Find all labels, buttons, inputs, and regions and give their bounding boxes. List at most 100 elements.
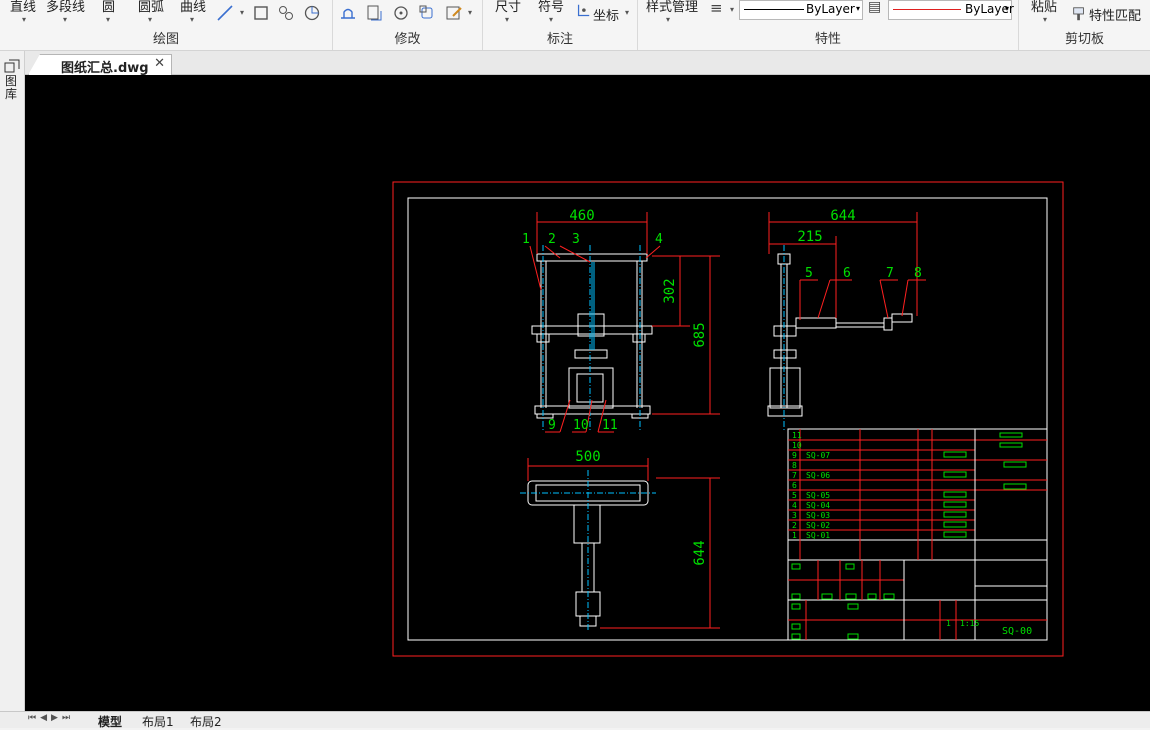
tab-nav-arrows-icon[interactable]: ⏮◀▶⏭ xyxy=(28,713,74,723)
balloon-9: 9 xyxy=(548,418,556,433)
style-manager-button[interactable]: 样式管理 xyxy=(646,0,698,15)
drawing-svg: 460 644 215 302 685 500 644 1 2 3 4 5 6 … xyxy=(392,181,1064,657)
clipboard-group-label: 剪切板 xyxy=(1064,32,1104,47)
chevron-down-icon[interactable]: ▾ xyxy=(148,15,152,24)
region-icon[interactable] xyxy=(303,4,321,22)
copy-icon[interactable] xyxy=(365,4,383,22)
circle-tool[interactable]: 圆 xyxy=(102,0,115,15)
document-tab-title: 图纸汇总.dwg xyxy=(61,61,149,76)
symbol-tool[interactable]: 符号 xyxy=(538,0,564,15)
balloon-1: 1 xyxy=(522,232,530,247)
properties-group: 样式管理 ▾ ≡ ▾ ByLayer ▾ ▤ ByLayer ▾ 特性 xyxy=(638,0,1019,50)
lineweight-icon: ≡ xyxy=(710,0,723,17)
dim-front-height: 685 xyxy=(692,322,708,347)
rotate-icon[interactable] xyxy=(392,4,410,22)
balloon-7: 7 xyxy=(886,266,894,281)
chevron-down-icon[interactable]: ▾ xyxy=(666,15,670,24)
properties-group-label: 特性 xyxy=(814,32,841,47)
balloon-11: 11 xyxy=(602,418,618,433)
library-panel-tab[interactable]: 图库 xyxy=(5,75,19,101)
chevron-down-icon[interactable]: ▾ xyxy=(106,15,110,24)
linetype-select[interactable]: ByLayer ▾ xyxy=(739,0,863,20)
chevron-down-icon[interactable]: ▾ xyxy=(468,8,472,17)
left-strip: 图库 xyxy=(0,51,25,711)
paste-button[interactable]: 粘贴 xyxy=(1031,0,1057,15)
dimension-tool[interactable]: 尺寸 xyxy=(495,0,521,15)
tab-layout2[interactable]: 布局2 xyxy=(190,713,222,730)
library-icon[interactable] xyxy=(4,59,20,73)
draw-group: 直线 ▾ 多段线 ▾ 圆 ▾ 圆弧 ▾ 曲线 ▾ ▾ 绘图 xyxy=(0,0,333,50)
bom-item-1: 1 xyxy=(792,531,797,540)
chevron-down-icon: ▾ xyxy=(855,4,860,13)
chevron-down-icon[interactable]: ▾ xyxy=(1043,15,1047,24)
match-properties-button[interactable]: 特性匹配 xyxy=(1089,5,1141,24)
annotate-group: 尺寸 ▾ 符号 ▾ 坐标 ▾ 标注 xyxy=(483,0,638,50)
tab-model[interactable]: 模型 xyxy=(98,713,122,730)
coordinate-tool[interactable]: 坐标 xyxy=(593,5,619,24)
bom-item-11: 11 xyxy=(792,431,802,440)
draw-group-label: 绘图 xyxy=(152,32,179,47)
balloon-6: 6 xyxy=(843,266,851,281)
bom-item-4: 4 xyxy=(792,501,797,510)
modify-group: ▾ 修改 xyxy=(333,0,483,50)
layout-tab-bar: ⏮◀▶⏭ 模型 布局1 布局2 xyxy=(0,711,1150,730)
balloon-10: 10 xyxy=(573,418,589,433)
inner-frame xyxy=(407,197,1048,641)
bom-item-10: 10 xyxy=(792,441,802,450)
dim-side-offset: 215 xyxy=(797,229,822,245)
chevron-down-icon[interactable]: ▾ xyxy=(63,15,67,24)
modify-group-label: 修改 xyxy=(394,32,421,47)
bom-item-3: 3 xyxy=(792,511,797,520)
rectangle-icon[interactable] xyxy=(252,4,270,22)
document-tab[interactable]: 图纸汇总.dwg ✕ xyxy=(28,54,172,75)
chevron-down-icon[interactable]: ▾ xyxy=(625,8,629,17)
chevron-down-icon[interactable]: ▾ xyxy=(240,8,244,17)
bom-code-sq01: SQ-01 xyxy=(806,531,830,540)
brush-icon xyxy=(1073,7,1084,21)
lineweight-select[interactable]: ByLayer ▾ xyxy=(888,0,1014,20)
bom-item-8: 8 xyxy=(792,461,797,470)
bom-code-sq05: SQ-05 xyxy=(806,491,830,500)
balloon-5: 5 xyxy=(805,266,813,281)
dim-plan-width: 500 xyxy=(575,449,600,465)
arc-tool[interactable]: 圆弧 xyxy=(138,0,164,15)
construction-line-icon[interactable] xyxy=(216,4,234,22)
dim-upper-height: 302 xyxy=(662,278,678,303)
curve-tool[interactable]: 曲线 xyxy=(180,0,206,15)
chevron-down-icon[interactable]: ▾ xyxy=(22,15,26,24)
clipboard-group: 粘贴 ▾ 特性匹配 剪切板 xyxy=(1019,0,1150,50)
dim-top-width: 460 xyxy=(569,208,594,224)
linetype-value: ByLayer xyxy=(806,2,855,16)
bom-code-sq04: SQ-04 xyxy=(806,501,830,510)
edit-icon[interactable] xyxy=(445,4,463,22)
chevron-down-icon[interactable]: ▾ xyxy=(505,15,509,24)
move-icon[interactable] xyxy=(339,4,357,22)
document-tab-bar: 图纸汇总.dwg ✕ xyxy=(0,51,1150,75)
chevron-down-icon[interactable]: ▾ xyxy=(549,15,553,24)
chevron-down-icon[interactable]: ▾ xyxy=(730,5,734,14)
bom-code-sq03: SQ-03 xyxy=(806,511,830,520)
close-icon[interactable]: ✕ xyxy=(154,56,165,71)
dim-plan-height: 644 xyxy=(692,540,708,565)
bom-code-sq07: SQ-07 xyxy=(806,451,830,460)
linetype-preview xyxy=(744,9,804,10)
tab-layout1[interactable]: 布局1 xyxy=(142,713,174,730)
hatch-icon[interactable] xyxy=(277,4,295,22)
chevron-down-icon[interactable]: ▾ xyxy=(190,15,194,24)
line-tool[interactable]: 直线 xyxy=(10,0,36,15)
drawing-canvas[interactable]: 460 644 215 302 685 500 644 1 2 3 4 5 6 … xyxy=(25,75,1150,711)
plan-view xyxy=(520,470,656,632)
outer-frame xyxy=(392,181,1064,657)
ribbon: 直线 ▾ 多段线 ▾ 圆 ▾ 圆弧 ▾ 曲线 ▾ ▾ 绘图 ▾ 修改 尺寸 ▾ … xyxy=(0,0,1150,51)
annotate-group-label: 标注 xyxy=(546,32,573,47)
scale-icon[interactable] xyxy=(418,4,436,22)
bom-item-9: 9 xyxy=(792,451,797,460)
layer-icon: ▤ xyxy=(868,0,882,15)
bom-item-5: 5 xyxy=(792,491,797,500)
balloon-4: 4 xyxy=(655,232,663,247)
bom-count: 1 xyxy=(946,619,951,628)
chevron-down-icon: ▾ xyxy=(1004,4,1009,13)
polyline-tool[interactable]: 多段线 xyxy=(46,0,85,15)
bom-item-6: 6 xyxy=(792,481,797,490)
bom-code-sq02: SQ-02 xyxy=(806,521,830,530)
